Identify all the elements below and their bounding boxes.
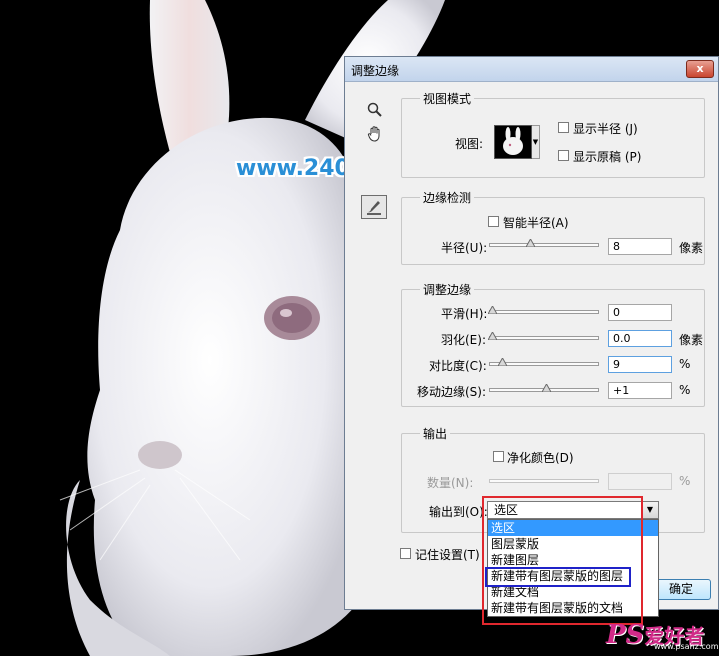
feather-unit: 像素 — [679, 333, 704, 347]
show-radius-label: 显示半径 (J) — [573, 122, 638, 136]
logo-url: www.psahz.com — [654, 642, 719, 651]
view-mode-group: 视图模式 — [401, 90, 705, 178]
shift-edge-label: 移动边缘(S): — [417, 385, 487, 399]
hand-icon — [367, 126, 380, 142]
show-original-label: 显示原稿 (P) — [573, 150, 642, 164]
logo-mark: PS — [606, 620, 645, 650]
amount-field — [608, 473, 672, 490]
adjust-edge-legend: 调整边缘 — [420, 281, 475, 298]
smooth-field[interactable]: 0 — [608, 304, 672, 321]
radius-slider[interactable] — [489, 239, 599, 247]
shift-edge-unit: % — [679, 383, 691, 397]
smart-radius-label: 智能半径(A) — [503, 216, 569, 230]
chevron-down-icon[interactable]: ▼ — [641, 502, 658, 518]
feather-slider[interactable] — [488, 332, 599, 340]
amount-unit: % — [679, 474, 691, 488]
decontaminate-label: 净化颜色(D) — [507, 451, 574, 465]
output-to-label: 输出到(O): — [429, 505, 488, 519]
show-original-checkbox[interactable] — [558, 150, 569, 161]
zoom-tool-button[interactable] — [363, 99, 387, 121]
highlight-red-box — [482, 496, 643, 625]
shift-edge-slider-thumb[interactable] — [542, 384, 551, 392]
remember-settings-checkbox[interactable] — [400, 548, 411, 559]
output-legend: 输出 — [420, 425, 451, 442]
view-preview-thumbnail[interactable] — [494, 125, 532, 159]
close-button[interactable]: x — [686, 60, 714, 78]
refine-radius-brush-icon — [367, 201, 381, 215]
feather-field[interactable]: 0.0 — [608, 330, 672, 347]
shift-edge-field[interactable]: +1 — [608, 382, 672, 399]
hand-tool-button[interactable] — [363, 123, 387, 145]
radius-slider-thumb[interactable] — [526, 239, 535, 247]
feather-label: 羽化(E): — [441, 333, 486, 347]
view-label: 视图: — [455, 137, 484, 151]
show-radius-checkbox[interactable] — [558, 122, 569, 133]
view-dropdown-arrow[interactable]: ▼ — [532, 125, 540, 159]
smooth-slider[interactable] — [488, 306, 599, 314]
shift-edge-slider[interactable] — [489, 384, 599, 392]
dialog-titlebar: 调整边缘 x — [345, 57, 718, 82]
feather-slider-thumb[interactable] — [488, 332, 497, 340]
contrast-slider-thumb[interactable] — [498, 358, 507, 366]
view-mode-legend: 视图模式 — [420, 90, 475, 107]
remember-settings-label: 记住设置(T) — [415, 548, 480, 562]
decontaminate-checkbox[interactable] — [493, 451, 504, 462]
smooth-label: 平滑(H): — [441, 307, 488, 321]
amount-slider — [489, 479, 599, 483]
radius-label: 半径(U): — [441, 241, 488, 255]
zoom-icon — [367, 102, 382, 117]
amount-label: 数量(N): — [427, 476, 474, 490]
radius-unit: 像素 — [679, 241, 704, 255]
radius-field[interactable]: 8 — [608, 238, 672, 255]
edge-detection-legend: 边缘检测 — [420, 189, 475, 206]
rabbit-thumbnail-icon — [503, 127, 523, 155]
contrast-label: 对比度(C): — [429, 359, 487, 373]
dialog-title: 调整边缘 — [351, 64, 400, 78]
refine-radius-tool-button[interactable] — [361, 195, 387, 219]
contrast-slider[interactable] — [489, 358, 599, 366]
smooth-slider-thumb[interactable] — [488, 306, 497, 314]
contrast-unit: % — [679, 357, 691, 371]
contrast-field[interactable]: 9 — [608, 356, 672, 373]
smart-radius-checkbox[interactable] — [488, 216, 499, 227]
highlight-blue-box — [485, 567, 631, 587]
